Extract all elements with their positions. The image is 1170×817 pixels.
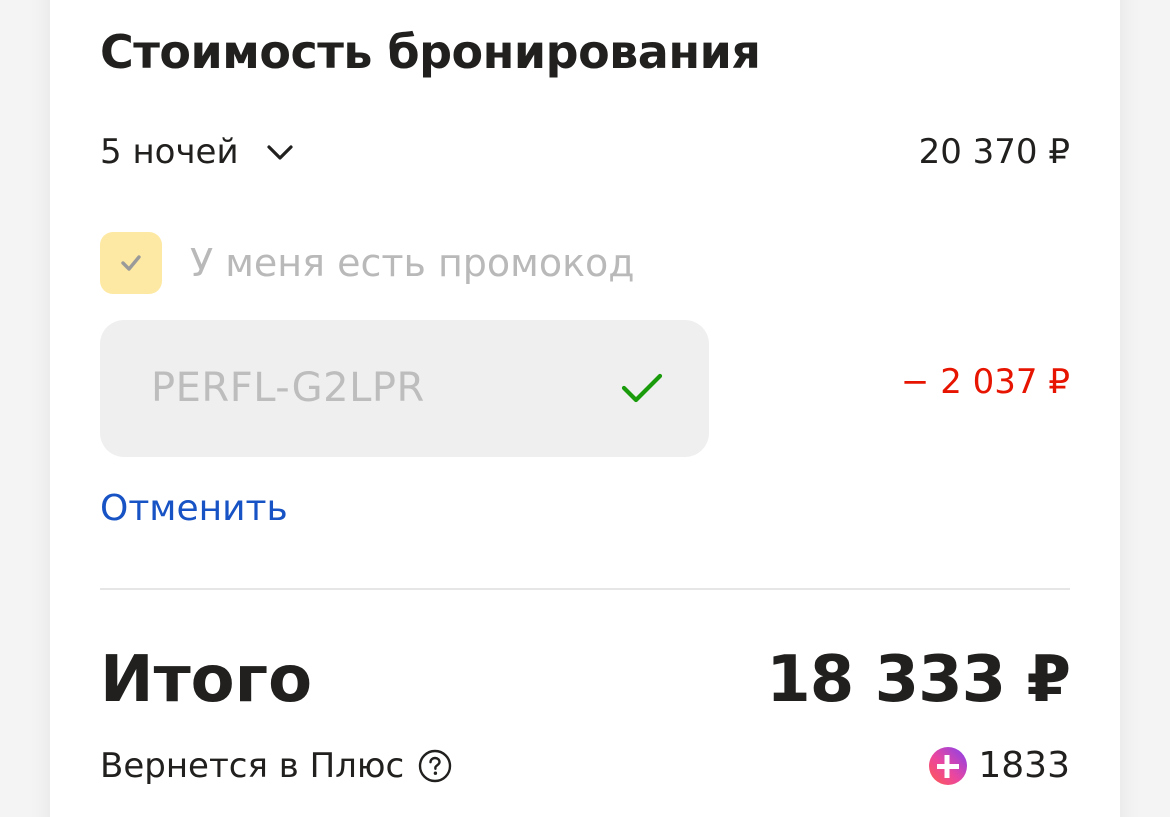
divider [100, 588, 1070, 590]
nights-dropdown[interactable]: 5 ночей [100, 126, 297, 178]
promo-code-value: PERFL-G2LPR [151, 365, 425, 411]
plus-points: 1833 [928, 740, 1070, 792]
promo-checkbox[interactable] [100, 232, 162, 294]
check-icon [121, 255, 141, 271]
promo-code-field[interactable]: PERFL-G2LPR [100, 320, 709, 457]
plus-points-value: 1833 [978, 745, 1070, 786]
promo-checkbox-row: У меня есть промокод [100, 232, 635, 294]
booking-cost-page: Стоимость бронирования 5 ночей 20 370 ₽ … [0, 0, 1170, 817]
check-icon [621, 373, 663, 403]
nights-price: 20 370 ₽ [918, 132, 1070, 172]
chevron-down-icon [266, 145, 293, 160]
total-value: 18 333 ₽ [766, 643, 1071, 717]
nights-label: 5 ночей [100, 132, 239, 172]
cancel-promo-link[interactable]: Отменить [100, 484, 288, 534]
cashback-label: Вернется в Плюс [100, 746, 405, 786]
question-circle-icon[interactable] [418, 749, 452, 783]
total-label: Итого [100, 643, 313, 717]
nights-row: 5 ночей 20 370 ₽ [100, 126, 1070, 178]
yandex-plus-icon [929, 747, 968, 785]
promo-discount: − 2 037 ₽ [900, 362, 1070, 402]
cashback-row: Вернется в Плюс [100, 740, 452, 792]
booking-cost-title: Стоимость бронирования [100, 25, 761, 79]
promo-checkbox-label: У меня есть промокод [190, 241, 635, 285]
